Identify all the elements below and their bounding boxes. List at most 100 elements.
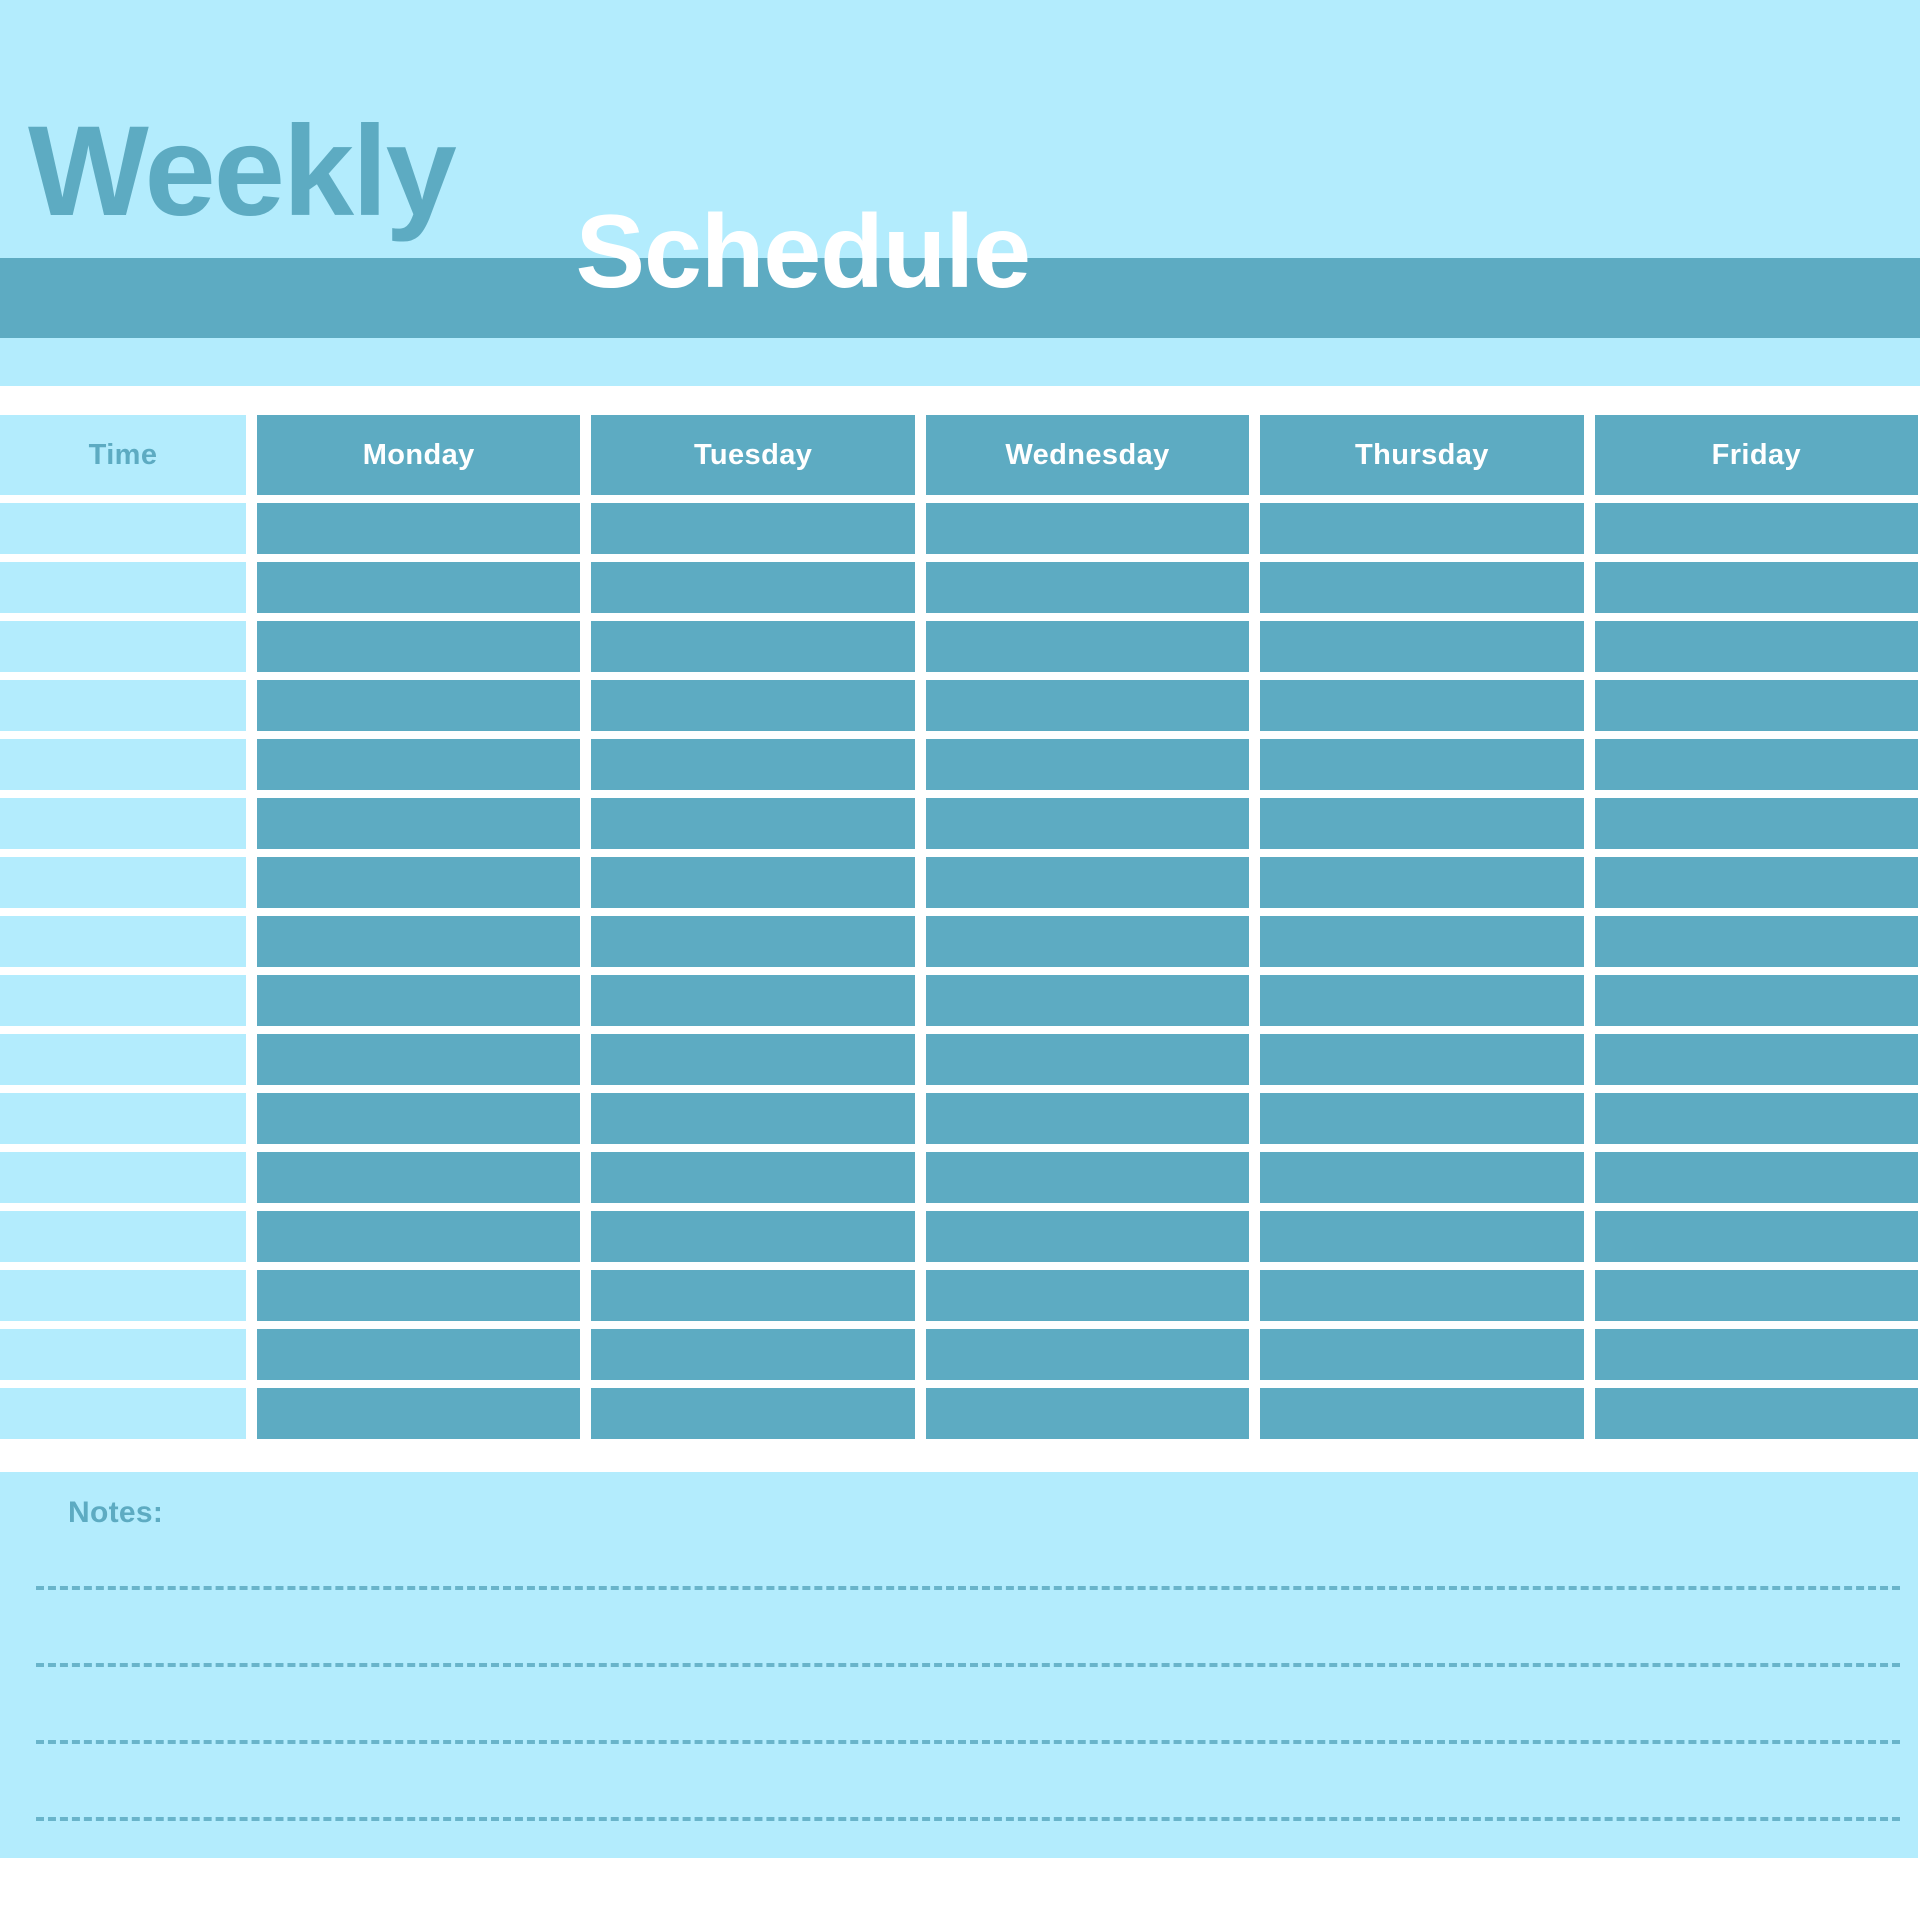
cell-tuesday[interactable] (591, 1211, 915, 1262)
cell-monday[interactable] (257, 1211, 581, 1262)
cell-wednesday[interactable] (925, 1329, 1250, 1380)
cell-wednesday[interactable] (925, 621, 1250, 672)
cell-friday[interactable] (1594, 1034, 1919, 1085)
cell-thursday[interactable] (1260, 1211, 1584, 1262)
cell-time[interactable] (0, 1388, 246, 1439)
cell-friday[interactable] (1594, 562, 1919, 613)
cell-wednesday[interactable] (925, 975, 1250, 1026)
cell-time[interactable] (0, 562, 246, 613)
cell-monday[interactable] (257, 1152, 581, 1203)
cell-monday[interactable] (257, 916, 581, 967)
cell-wednesday[interactable] (925, 1270, 1250, 1321)
cell-tuesday[interactable] (591, 503, 915, 554)
cell-thursday[interactable] (1260, 975, 1584, 1026)
cell-time[interactable] (0, 1034, 246, 1085)
note-line[interactable] (36, 1817, 1900, 1821)
cell-monday[interactable] (257, 680, 581, 731)
cell-friday[interactable] (1594, 975, 1919, 1026)
cell-tuesday[interactable] (591, 857, 915, 908)
cell-friday[interactable] (1594, 916, 1919, 967)
cell-monday[interactable] (257, 739, 581, 790)
cell-tuesday[interactable] (591, 1093, 915, 1144)
cell-monday[interactable] (257, 857, 581, 908)
cell-thursday[interactable] (1260, 562, 1584, 613)
cell-time[interactable] (0, 1211, 246, 1262)
cell-tuesday[interactable] (591, 621, 915, 672)
note-line[interactable] (36, 1740, 1900, 1744)
cell-monday[interactable] (257, 1093, 581, 1144)
cell-thursday[interactable] (1260, 680, 1584, 731)
cell-tuesday[interactable] (591, 739, 915, 790)
cell-friday[interactable] (1594, 503, 1919, 554)
cell-time[interactable] (0, 798, 246, 849)
cell-wednesday[interactable] (925, 680, 1250, 731)
cell-thursday[interactable] (1260, 1329, 1584, 1380)
cell-wednesday[interactable] (925, 798, 1250, 849)
cell-wednesday[interactable] (925, 1152, 1250, 1203)
cell-wednesday[interactable] (925, 562, 1250, 613)
cell-friday[interactable] (1594, 1270, 1919, 1321)
cell-monday[interactable] (257, 503, 581, 554)
cell-wednesday[interactable] (925, 857, 1250, 908)
cell-friday[interactable] (1594, 1329, 1919, 1380)
note-line[interactable] (36, 1586, 1900, 1590)
cell-tuesday[interactable] (591, 680, 915, 731)
cell-tuesday[interactable] (591, 562, 915, 613)
cell-friday[interactable] (1594, 1211, 1919, 1262)
cell-monday[interactable] (257, 1388, 581, 1439)
cell-thursday[interactable] (1260, 1034, 1584, 1085)
cell-thursday[interactable] (1260, 1388, 1584, 1439)
cell-wednesday[interactable] (925, 503, 1250, 554)
cell-time[interactable] (0, 739, 246, 790)
cell-tuesday[interactable] (591, 1152, 915, 1203)
cell-time[interactable] (0, 1093, 246, 1144)
cell-thursday[interactable] (1260, 798, 1584, 849)
cell-wednesday[interactable] (925, 1034, 1250, 1085)
cell-wednesday[interactable] (925, 916, 1250, 967)
cell-tuesday[interactable] (591, 1034, 915, 1085)
cell-time[interactable] (0, 916, 246, 967)
cell-friday[interactable] (1594, 857, 1919, 908)
cell-tuesday[interactable] (591, 1329, 915, 1380)
cell-thursday[interactable] (1260, 1093, 1584, 1144)
cell-time[interactable] (0, 975, 246, 1026)
cell-time[interactable] (0, 503, 246, 554)
cell-friday[interactable] (1594, 1093, 1919, 1144)
cell-tuesday[interactable] (591, 798, 915, 849)
cell-wednesday[interactable] (925, 1093, 1250, 1144)
cell-time[interactable] (0, 1152, 246, 1203)
cell-time[interactable] (0, 680, 246, 731)
cell-friday[interactable] (1594, 1152, 1919, 1203)
cell-monday[interactable] (257, 621, 581, 672)
cell-thursday[interactable] (1260, 503, 1584, 554)
cell-tuesday[interactable] (591, 975, 915, 1026)
cell-time[interactable] (0, 621, 246, 672)
cell-monday[interactable] (257, 1034, 581, 1085)
cell-time[interactable] (0, 1329, 246, 1380)
cell-friday[interactable] (1594, 1388, 1919, 1439)
cell-friday[interactable] (1594, 739, 1919, 790)
cell-monday[interactable] (257, 1270, 581, 1321)
cell-thursday[interactable] (1260, 857, 1584, 908)
note-line[interactable] (36, 1663, 1900, 1667)
cell-time[interactable] (0, 857, 246, 908)
cell-wednesday[interactable] (925, 739, 1250, 790)
cell-tuesday[interactable] (591, 1388, 915, 1439)
cell-thursday[interactable] (1260, 1270, 1584, 1321)
cell-thursday[interactable] (1260, 1152, 1584, 1203)
cell-tuesday[interactable] (591, 916, 915, 967)
cell-monday[interactable] (257, 562, 581, 613)
cell-friday[interactable] (1594, 680, 1919, 731)
cell-monday[interactable] (257, 798, 581, 849)
cell-thursday[interactable] (1260, 916, 1584, 967)
cell-wednesday[interactable] (925, 1211, 1250, 1262)
cell-tuesday[interactable] (591, 1270, 915, 1321)
cell-wednesday[interactable] (925, 1388, 1250, 1439)
cell-thursday[interactable] (1260, 621, 1584, 672)
cell-time[interactable] (0, 1270, 246, 1321)
cell-friday[interactable] (1594, 798, 1919, 849)
cell-monday[interactable] (257, 1329, 581, 1380)
cell-monday[interactable] (257, 975, 581, 1026)
cell-friday[interactable] (1594, 621, 1919, 672)
cell-thursday[interactable] (1260, 739, 1584, 790)
